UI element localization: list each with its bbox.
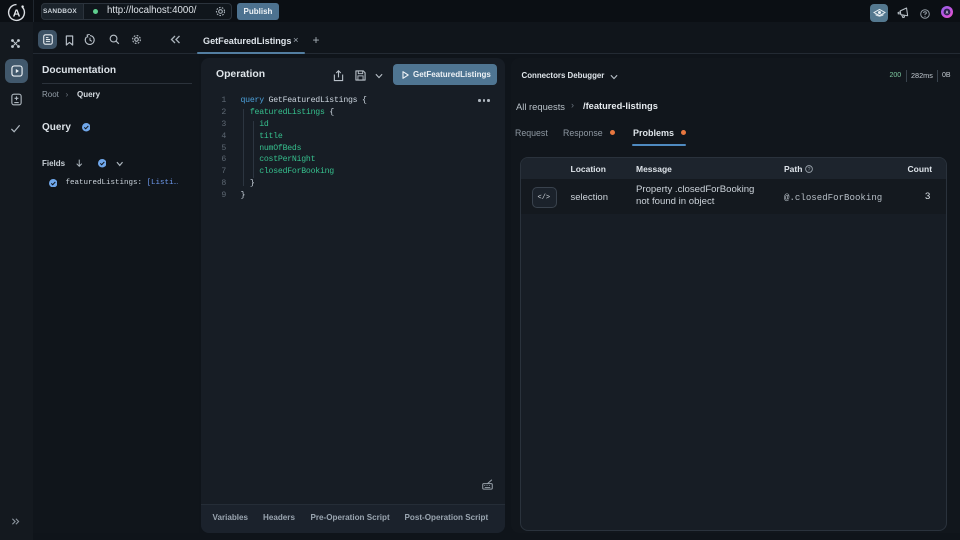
svg-text:?: ?	[807, 167, 810, 173]
svg-text:A: A	[13, 7, 21, 19]
